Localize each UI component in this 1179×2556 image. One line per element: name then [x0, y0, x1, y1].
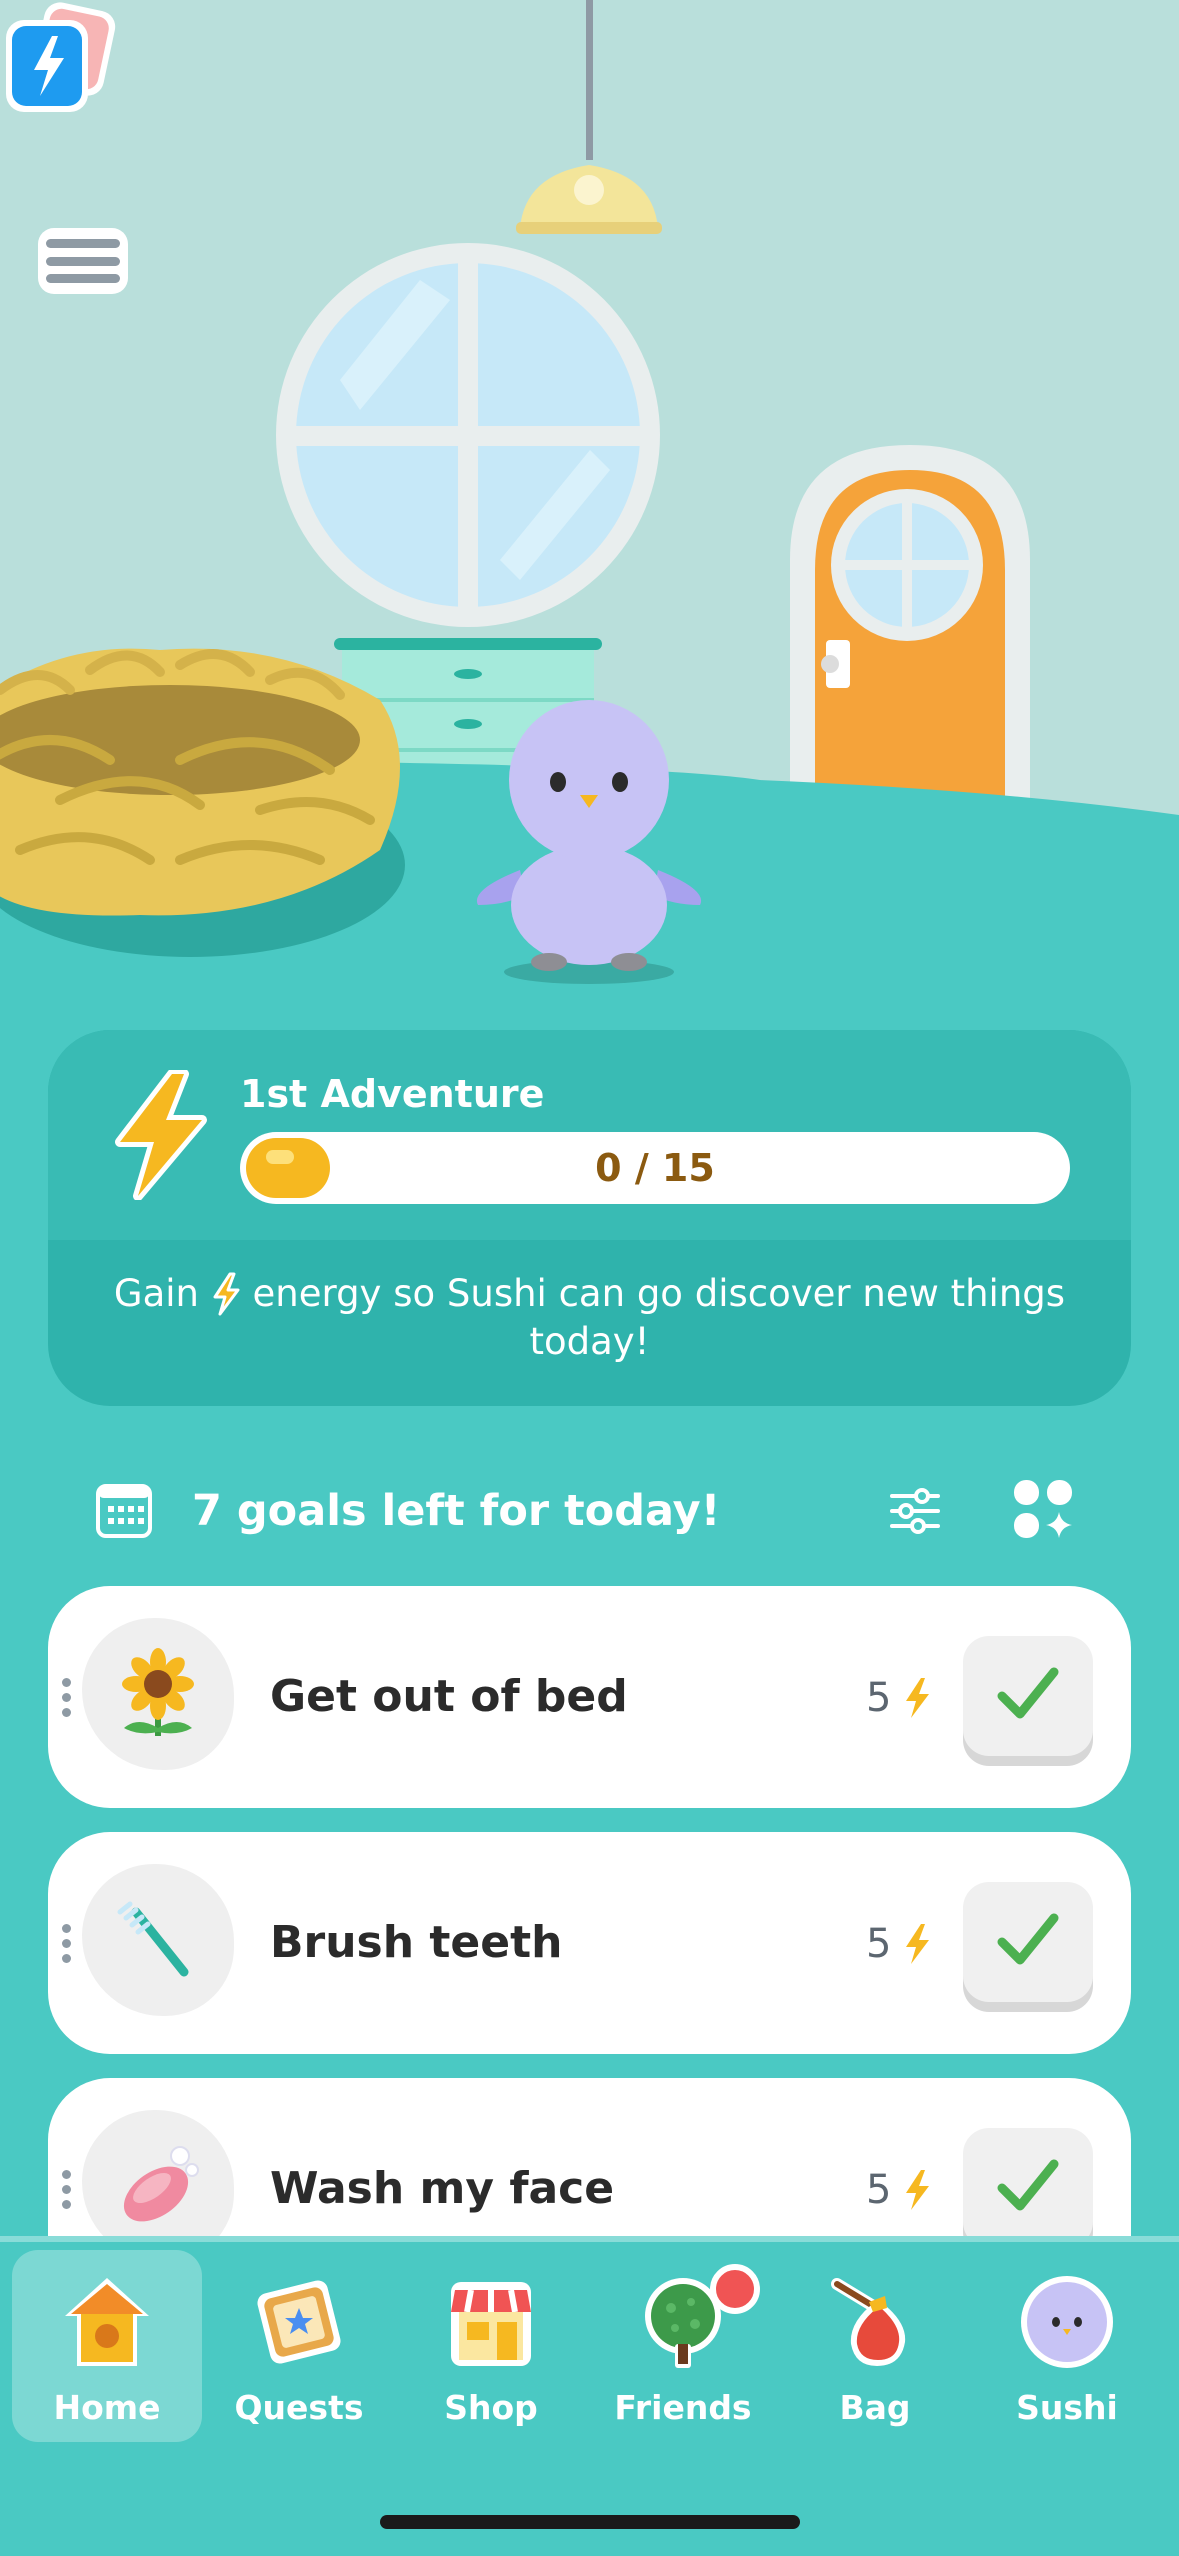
energy-bolt-icon — [906, 1678, 929, 1718]
goal-card[interactable]: Brush teeth 5 — [48, 1832, 1131, 2054]
goal-card[interactable]: Wash my face 5 — [48, 2078, 1131, 2236]
goals-list: Get out of bed 5 Brush teeth 5 Wash my f… — [0, 1586, 1179, 2236]
complete-goal-button[interactable] — [963, 1882, 1093, 2002]
tab-label: Shop — [444, 2388, 538, 2427]
tab-friends[interactable]: Friends — [588, 2250, 778, 2442]
tab-label: Bag — [839, 2388, 911, 2427]
tab-bag[interactable]: Bag — [780, 2250, 970, 2442]
drag-handle-icon[interactable] — [62, 1924, 72, 1964]
checkmark-icon — [997, 2159, 1059, 2211]
goal-icon-badge — [82, 1864, 234, 2016]
tab-label: Home — [53, 2388, 161, 2427]
adventure-progress-bar: 0 / 15 — [240, 1132, 1070, 1204]
goal-energy: 5 — [866, 1921, 929, 1967]
quest-scroll-icon — [257, 2280, 341, 2364]
room-scene — [0, 0, 1179, 1030]
goal-label: Get out of bed — [270, 1671, 628, 1722]
tab-sushi[interactable]: Sushi — [972, 2250, 1162, 2442]
add-goal-icon[interactable] — [1012, 1478, 1074, 1540]
goal-icon-badge — [82, 2110, 234, 2236]
complete-goal-button[interactable] — [963, 1636, 1093, 1756]
menu-line — [46, 274, 120, 283]
goal-card[interactable]: Get out of bed 5 — [48, 1586, 1131, 1808]
desc-text-before: Gain — [113, 1272, 199, 1315]
goal-energy-value: 5 — [866, 2167, 892, 2213]
tab-quests[interactable]: Quests — [204, 2250, 394, 2442]
adventure-card[interactable]: 1st Adventure 0 / 15 Gain energy so Sush… — [48, 1030, 1131, 1406]
energy-cards-icon[interactable] — [0, 0, 120, 120]
tab-label: Quests — [234, 2388, 364, 2427]
filter-sliders-icon[interactable] — [888, 1484, 942, 1538]
goal-label: Wash my face — [270, 2163, 615, 2214]
checkmark-icon — [997, 1913, 1059, 1965]
tab-home[interactable]: Home — [12, 2250, 202, 2442]
bottom-tab-bar: Home Quests Shop Friends Bag Sushi — [0, 2236, 1179, 2556]
tab-label: Sushi — [1016, 2388, 1118, 2427]
energy-bolt-icon — [115, 1070, 207, 1200]
checkmark-icon — [997, 1667, 1059, 1719]
goal-icon-badge — [82, 1618, 234, 1770]
goal-energy: 5 — [866, 1675, 929, 1721]
menu-line — [46, 256, 120, 266]
soap-icon — [123, 2146, 199, 2222]
home-indicator — [380, 2515, 800, 2529]
goal-energy-value: 5 — [866, 1921, 892, 1967]
tab-shop[interactable]: Shop — [396, 2250, 586, 2442]
goal-energy-value: 5 — [866, 1675, 892, 1721]
goal-energy: 5 — [866, 2167, 929, 2213]
progress-text: 0 / 15 — [595, 1146, 715, 1190]
adventure-description: Gain energy so Sushi can go discover new… — [48, 1240, 1131, 1366]
room-illustration — [0, 0, 1179, 1030]
adventure-header: 1st Adventure 0 / 15 — [48, 1030, 1131, 1240]
energy-bolt-icon — [906, 2170, 929, 2210]
energy-bolt-icon — [213, 1272, 240, 1316]
goals-left-title: 7 goals left for today! — [192, 1486, 721, 1536]
birdhouse-icon — [65, 2278, 149, 2366]
calendar-icon[interactable] — [96, 1484, 152, 1538]
sunflower-icon — [122, 1648, 194, 1736]
adventure-title: 1st Adventure — [240, 1072, 545, 1116]
bag-icon — [831, 2278, 906, 2366]
drag-handle-icon[interactable] — [62, 1678, 72, 1718]
toothbrush-icon — [117, 1901, 189, 1977]
shop-icon — [451, 2282, 531, 2366]
goals-header: 7 goals left for today! — [96, 1476, 1096, 1546]
notification-badge — [710, 2264, 760, 2314]
desc-text-after: energy so Sushi can go discover new thin… — [252, 1272, 1066, 1363]
menu-button[interactable] — [38, 228, 128, 294]
sushi-avatar-icon — [1021, 2276, 1113, 2368]
goal-label: Brush teeth — [270, 1917, 563, 1968]
tab-label: Friends — [614, 2388, 752, 2427]
drag-handle-icon[interactable] — [62, 2170, 72, 2210]
complete-goal-button[interactable] — [963, 2128, 1093, 2236]
menu-line — [46, 239, 120, 248]
energy-bolt-icon — [906, 1924, 929, 1964]
